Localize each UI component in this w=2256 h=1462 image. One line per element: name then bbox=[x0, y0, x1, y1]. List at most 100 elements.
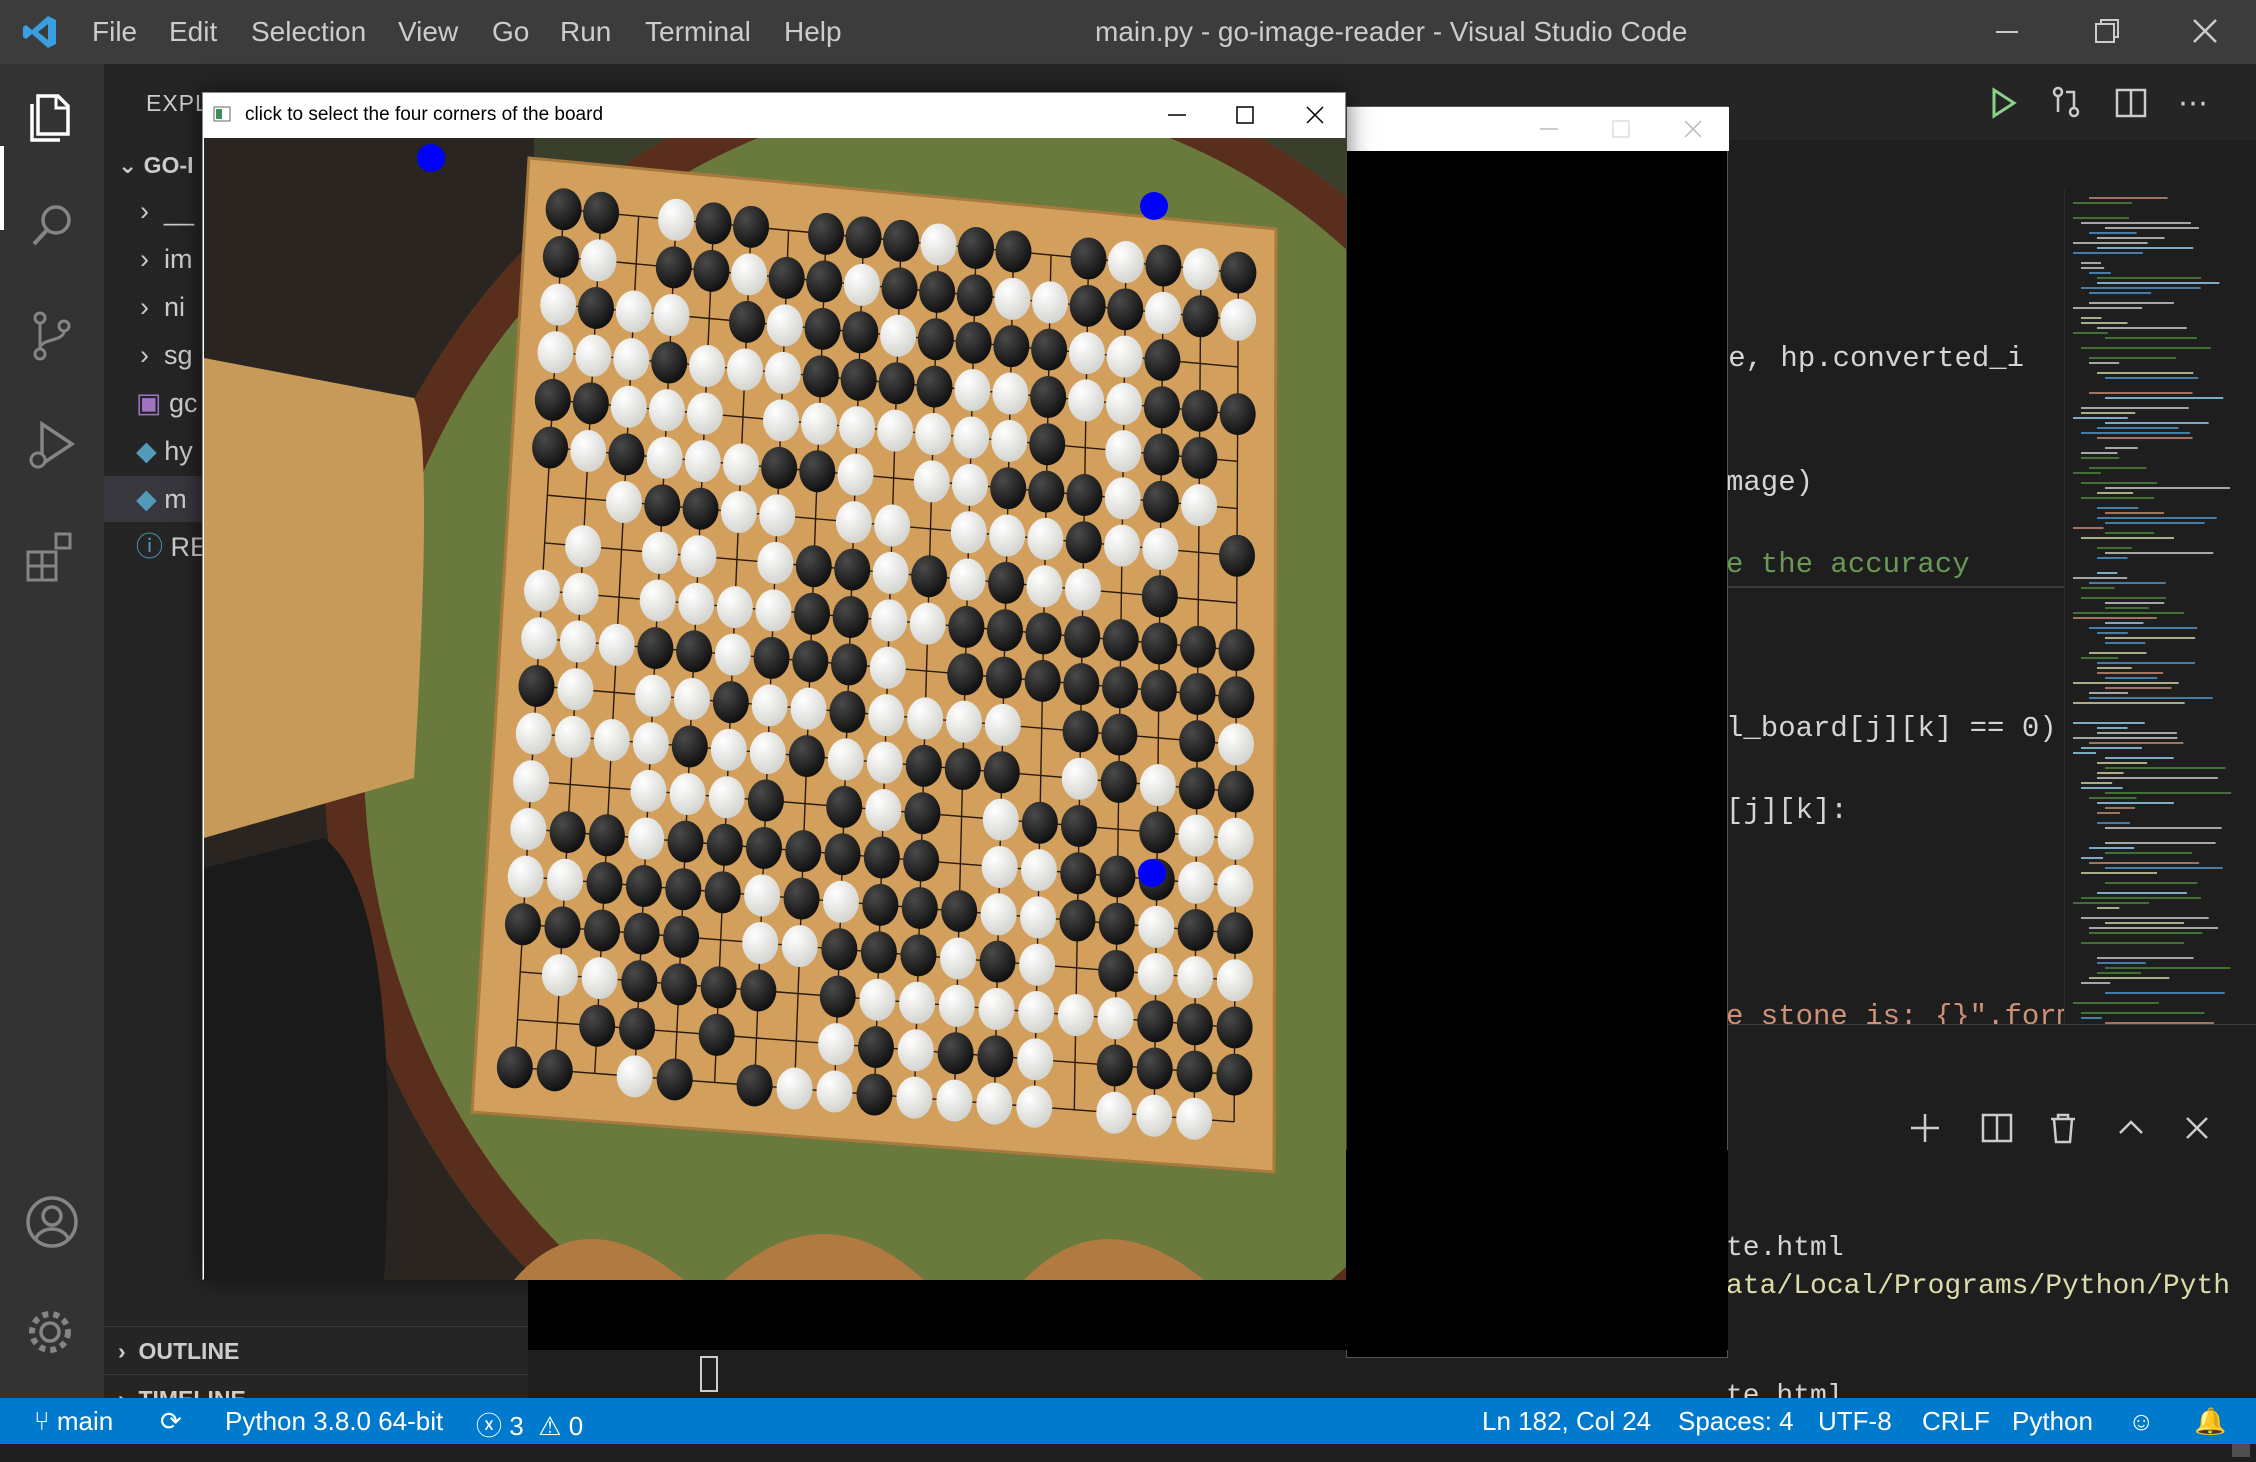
image-window[interactable]: click to select the four corners of the … bbox=[202, 92, 1346, 1280]
trash-icon[interactable] bbox=[2046, 1111, 2080, 1145]
minimap-line bbox=[2089, 927, 2219, 929]
background-window-titlebar bbox=[1347, 107, 1729, 151]
settings-gear-icon[interactable] bbox=[20, 1302, 84, 1366]
language-mode[interactable]: Python bbox=[2012, 1406, 2093, 1437]
restore-icon[interactable] bbox=[2092, 16, 2122, 46]
menu-edit[interactable]: Edit bbox=[169, 16, 217, 48]
minimap-line bbox=[2105, 487, 2230, 489]
minimap-line bbox=[2089, 232, 2137, 234]
menu-view[interactable]: View bbox=[398, 16, 458, 48]
white-stone bbox=[980, 893, 1017, 936]
split-editor-icon[interactable] bbox=[2114, 86, 2148, 120]
white-stone bbox=[559, 620, 596, 663]
black-stone bbox=[584, 909, 621, 952]
black-stone bbox=[845, 216, 882, 259]
search-icon[interactable] bbox=[20, 194, 84, 258]
minimap-line bbox=[2073, 752, 2096, 754]
black-stone bbox=[1217, 912, 1254, 955]
maximize-icon[interactable] bbox=[1233, 103, 1257, 127]
minimap-line bbox=[2105, 422, 2209, 424]
white-stone bbox=[632, 722, 669, 765]
black-stone bbox=[676, 630, 713, 673]
black-stone bbox=[644, 484, 681, 527]
run-icon[interactable] bbox=[1986, 86, 2020, 120]
black-stone bbox=[729, 300, 766, 343]
black-stone bbox=[518, 664, 555, 707]
minimap-line bbox=[2097, 972, 2141, 974]
menu-go[interactable]: Go bbox=[492, 16, 529, 48]
explorer-icon[interactable] bbox=[20, 84, 84, 148]
more-actions-icon[interactable]: ⋯ bbox=[2178, 86, 2208, 121]
white-stone bbox=[1026, 565, 1063, 608]
menu-terminal[interactable]: Terminal bbox=[645, 16, 751, 48]
minimap[interactable] bbox=[2064, 189, 2256, 1089]
black-stone bbox=[663, 915, 700, 958]
white-stone bbox=[689, 345, 726, 387]
end-of-line[interactable]: CRLF bbox=[1922, 1406, 1990, 1437]
black-stone bbox=[1182, 295, 1219, 338]
menu-selection[interactable]: Selection bbox=[251, 16, 366, 48]
black-stone bbox=[832, 596, 869, 639]
maximize-icon[interactable] bbox=[1609, 117, 1633, 141]
white-stone bbox=[639, 579, 676, 622]
close-icon[interactable] bbox=[1681, 117, 1705, 141]
black-stone bbox=[947, 653, 984, 696]
white-stone bbox=[1178, 861, 1215, 904]
source-control-icon[interactable] bbox=[20, 304, 84, 368]
info-icon: ⓘ bbox=[136, 532, 171, 562]
extensions-icon[interactable] bbox=[20, 524, 84, 588]
account-icon[interactable] bbox=[20, 1190, 84, 1254]
close-panel-icon[interactable] bbox=[2180, 1111, 2214, 1145]
compare-changes-icon[interactable] bbox=[2048, 84, 2084, 120]
white-stone bbox=[708, 776, 745, 819]
menu-file[interactable]: File bbox=[92, 16, 137, 48]
new-terminal-icon[interactable] bbox=[1908, 1111, 1942, 1145]
minimap-line bbox=[2097, 237, 2165, 239]
close-icon[interactable] bbox=[2190, 16, 2220, 46]
menu-help[interactable]: Help bbox=[784, 16, 842, 48]
white-stone bbox=[897, 1029, 934, 1072]
minimap-line bbox=[2105, 552, 2214, 554]
white-stone bbox=[766, 304, 803, 347]
black-stone bbox=[901, 887, 938, 930]
black-stone bbox=[667, 820, 704, 863]
code-fragment: [j][k]: bbox=[1726, 794, 1848, 827]
run-debug-icon[interactable] bbox=[20, 414, 84, 478]
minimize-icon[interactable] bbox=[1992, 16, 2022, 46]
minimap-line bbox=[2081, 262, 2102, 264]
problems-item[interactable]: ⓧ 3 ⚠ 0 bbox=[476, 1406, 583, 1443]
black-stone bbox=[549, 811, 586, 854]
minimap-line bbox=[2097, 247, 2194, 249]
cursor-position[interactable]: Ln 182, Col 24 bbox=[1482, 1406, 1651, 1437]
black-stone bbox=[916, 365, 953, 408]
minimize-icon[interactable] bbox=[1537, 117, 1561, 141]
black-stone bbox=[706, 823, 743, 866]
sync-icon[interactable]: ⟳ bbox=[160, 1406, 182, 1437]
minimap-line bbox=[2073, 527, 2104, 529]
black-stone bbox=[1218, 629, 1255, 672]
encoding[interactable]: UTF-8 bbox=[1818, 1406, 1892, 1437]
notifications-bell-icon[interactable]: 🔔 bbox=[2194, 1406, 2226, 1437]
minimap-line bbox=[2081, 1012, 2205, 1014]
black-stone bbox=[941, 890, 978, 933]
indentation[interactable]: Spaces: 4 bbox=[1678, 1406, 1794, 1437]
black-stone bbox=[544, 906, 581, 949]
branch-item[interactable]: ⑂ main bbox=[34, 1406, 113, 1437]
minimize-icon[interactable] bbox=[1165, 103, 1189, 127]
minimap-line bbox=[2073, 617, 2157, 619]
split-terminal-icon[interactable] bbox=[1980, 1111, 2014, 1145]
minimap-line bbox=[2089, 392, 2193, 394]
black-stone bbox=[1141, 575, 1178, 618]
black-stone bbox=[534, 378, 571, 421]
black-stone bbox=[958, 226, 994, 269]
feedback-icon[interactable]: ☺ bbox=[2128, 1406, 2155, 1437]
python-interpreter[interactable]: Python 3.8.0 64-bit bbox=[225, 1406, 443, 1437]
minimap-line bbox=[2105, 842, 2216, 844]
maximize-panel-icon[interactable] bbox=[2114, 1111, 2148, 1145]
black-stone bbox=[1030, 375, 1067, 418]
close-icon[interactable] bbox=[1303, 103, 1327, 127]
outline-section[interactable]: › OUTLINE bbox=[104, 1326, 528, 1374]
black-stone bbox=[857, 1026, 894, 1069]
go-board-photo[interactable] bbox=[204, 138, 1346, 1280]
menu-run[interactable]: Run bbox=[560, 16, 611, 48]
